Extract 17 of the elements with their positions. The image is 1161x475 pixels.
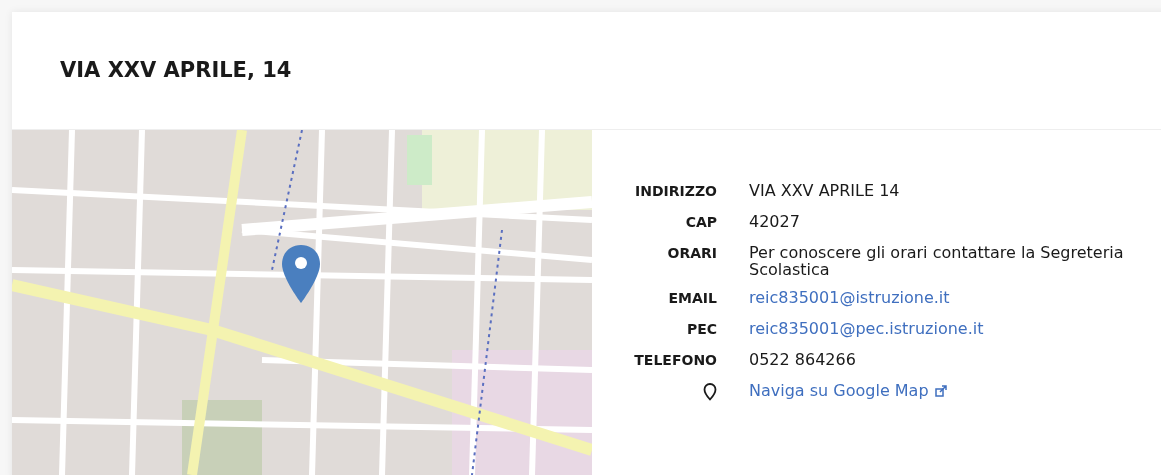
email-link[interactable]: reic835001@istruzione.it <box>749 287 950 309</box>
detail-label: TELEFONO <box>634 351 717 370</box>
external-link-icon <box>934 385 947 397</box>
detail-label: INDIRIZZO <box>635 182 717 201</box>
detail-value: VIA XXV APRILE 14 <box>749 180 901 199</box>
map-marker-icon <box>703 383 717 401</box>
google-map-link[interactable]: Naviga su Google Map <box>749 380 947 402</box>
detail-value: Per conoscere gli orari contattare la Segreteria Scolastica <box>749 242 1125 278</box>
card-title: VIA XXV APRILE, 14 <box>60 56 292 84</box>
detail-value: 0522 864266 <box>749 349 857 368</box>
detail-label: CAP <box>685 213 717 232</box>
detail-label: EMAIL <box>668 289 717 308</box>
detail-label: PEC <box>686 320 717 339</box>
detail-value: 42027 <box>749 211 801 230</box>
email-link[interactable]: reic835001@pec.istruzione.it <box>749 318 984 340</box>
detail-label: ORARI <box>667 244 717 263</box>
map-pin-icon <box>282 245 320 303</box>
